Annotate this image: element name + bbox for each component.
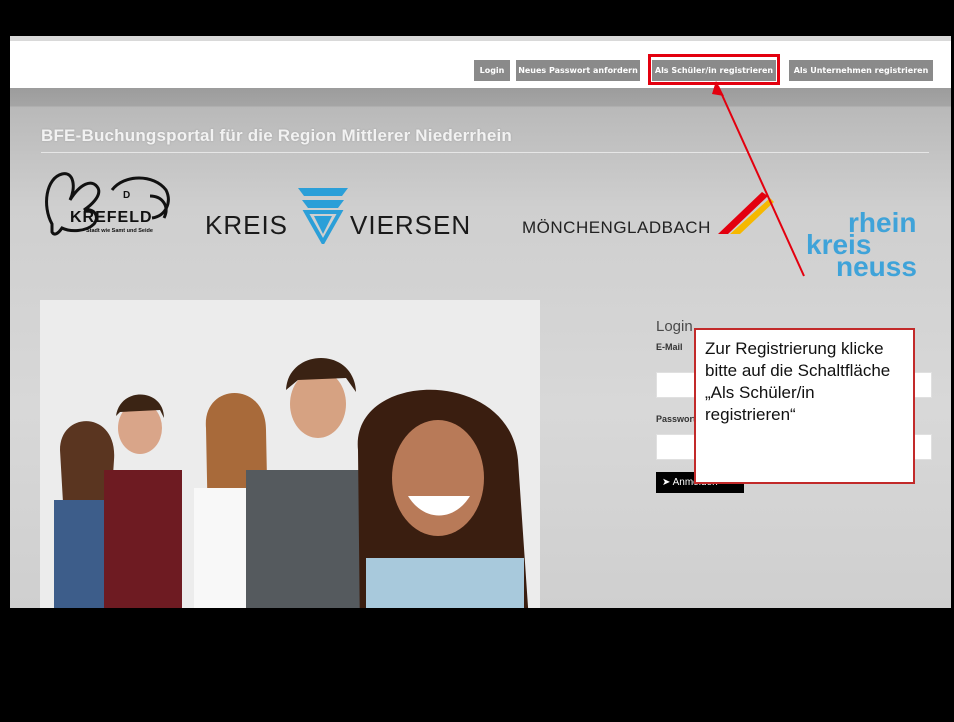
kreis-viersen-logo-viersen: VIERSEN (350, 210, 472, 240)
hero-section: BFE-Buchungsportal für die Region Mittle… (10, 88, 951, 608)
moenchengladbach-swoosh-icon (718, 192, 774, 234)
top-navigation-bar: Login Neues Passwort anfordern Als Schül… (10, 36, 951, 88)
krefeld-name: KREFELD (70, 209, 153, 226)
login-nav-button[interactable]: Login (474, 60, 510, 81)
title-divider (41, 152, 929, 153)
students-illustration (40, 300, 540, 608)
email-label: E-Mail (656, 342, 683, 352)
students-photo (40, 300, 540, 608)
moenchengladbach-logo: MÖNCHENGLADBACH (522, 218, 711, 237)
kreis-viersen-emblem-icon (298, 188, 348, 244)
password-label: Passwort (656, 414, 697, 424)
instruction-callout: Zur Registrierung klicke bitte auf die S… (694, 328, 915, 484)
login-heading: Login (656, 318, 693, 335)
krefeld-tagline: Stadt wie Samt und Seide (86, 228, 153, 234)
register-company-button[interactable]: Als Unternehmen registrieren (789, 60, 933, 81)
portal-title: BFE-Buchungsportal für die Region Mittle… (41, 126, 512, 145)
rkn-logo-neuss: neuss (836, 251, 917, 282)
krefeld-mark: D (123, 190, 130, 201)
krefeld-logo: D KREFELD Stadt wie Samt und Seide (45, 172, 170, 236)
new-password-button[interactable]: Neues Passwort anfordern (516, 60, 640, 81)
kreis-viersen-logo-kreis: KREIS (205, 210, 289, 240)
highlight-box (648, 54, 780, 85)
sign-in-icon: ➤ (662, 477, 671, 488)
browser-viewport: Login Neues Passwort anfordern Als Schül… (10, 36, 951, 608)
